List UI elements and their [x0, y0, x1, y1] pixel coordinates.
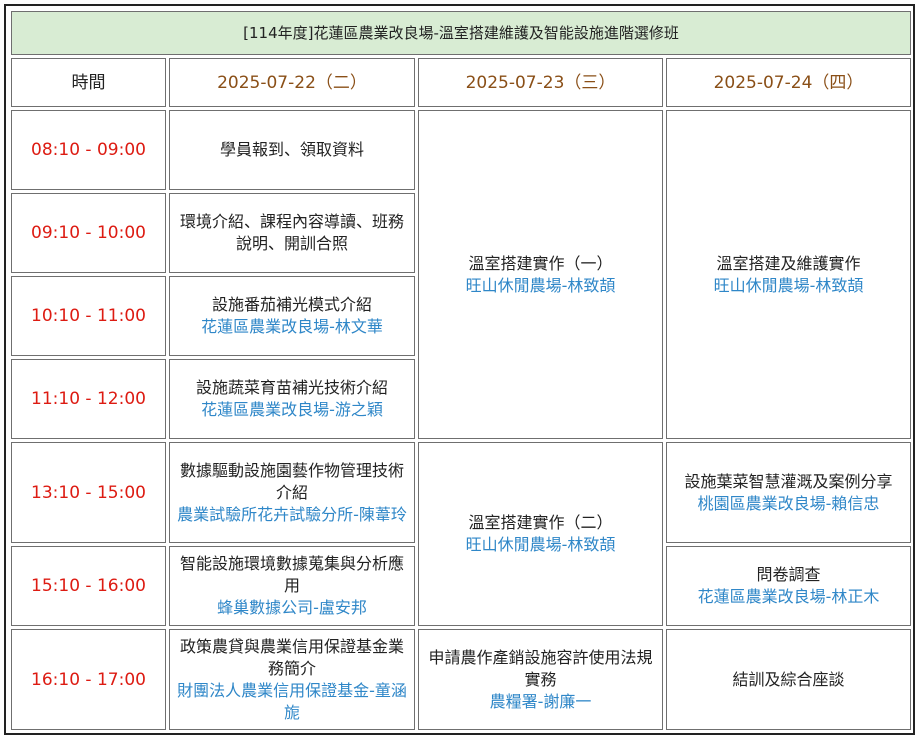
session-speaker: 花蓮區農業改良場-林文華	[201, 317, 383, 336]
session-topic: 設施蔬菜育苗補光技術介紹	[195, 378, 388, 397]
session-cell: 問卷調查 花蓮區農業改良場-林正木	[666, 546, 911, 626]
time-slot: 16:10 - 17:00	[11, 629, 166, 730]
session-topic: 問卷調查	[756, 565, 821, 584]
session-speaker: 蜂巢數據公司-盧安邦	[217, 598, 367, 617]
session-cell: 結訓及綜合座談	[666, 629, 911, 730]
schedule-frame: [114年度]花蓮區農業改良場-溫室搭建維護及智能設施進階選修班 時間 2025…	[4, 4, 915, 735]
session-topic: 結訓及綜合座談	[732, 669, 845, 689]
session-cell: 設施葉菜智慧灌溉及案例分享 桃園區農業改良場-賴信忠	[666, 442, 911, 543]
session-cell: 設施番茄補光模式介紹 花蓮區農業改良場-林文華	[169, 276, 415, 356]
session-speaker: 花蓮區農業改良場-游之穎	[201, 400, 383, 419]
session-topic: 溫室搭建實作（二）	[468, 513, 613, 532]
session-speaker: 農業試驗所花卉試驗分所-陳葦玲	[177, 504, 407, 524]
session-speaker: 桃園區農業改良場-賴信忠	[697, 493, 880, 513]
session-cell: 申請農作產銷設施容許使用法規實務 農糧署-謝廉一	[418, 629, 663, 730]
time-slot: 10:10 - 11:00	[11, 276, 166, 356]
session-speaker: 花蓮區農業改良場-林正木	[697, 587, 880, 606]
session-cell: 數據驅動設施園藝作物管理技術介紹 農業試驗所花卉試驗分所-陳葦玲	[169, 442, 415, 543]
session-cell: 溫室搭建實作（二） 旺山休閒農場-林致頡	[418, 442, 663, 626]
session-topic: 申請農作產銷設施容許使用法規實務	[428, 647, 653, 689]
session-cell: 設施蔬菜育苗補光技術介紹 花蓮區農業改良場-游之穎	[169, 359, 415, 439]
session-topic: 學員報到、領取資料	[219, 140, 364, 159]
session-speaker: 旺山休閒農場-林致頡	[465, 535, 616, 554]
session-speaker: 旺山休閒農場-林致頡	[465, 275, 616, 295]
time-slot: 13:10 - 15:00	[11, 442, 166, 543]
session-topic: 溫室搭建及維護實作	[716, 253, 861, 273]
session-cell: 智能設施環境數據蒐集與分析應用 蜂巢數據公司-盧安邦	[169, 546, 415, 626]
time-slot: 15:10 - 16:00	[11, 546, 166, 626]
session-topic: 設施葉菜智慧灌溉及案例分享	[684, 471, 893, 491]
header-day3: 2025-07-24（四）	[666, 58, 911, 107]
time-slot: 08:10 - 09:00	[11, 110, 166, 190]
session-topic: 環境介紹、課程內容導讀、班務說明、開訓合照	[179, 212, 404, 253]
session-cell: 溫室搭建實作（一） 旺山休閒農場-林致頡	[418, 110, 663, 439]
session-cell: 溫室搭建及維護實作 旺山休閒農場-林致頡	[666, 110, 911, 439]
session-cell: 政策農貸與農業信用保證基金業務簡介 財團法人農業信用保證基金-童涵旎	[169, 629, 415, 730]
session-topic: 智能設施環境數據蒐集與分析應用	[179, 554, 404, 595]
time-slot: 09:10 - 10:00	[11, 193, 166, 273]
session-topic: 溫室搭建實作（一）	[468, 253, 613, 273]
header-day2: 2025-07-23（三）	[418, 58, 663, 107]
session-speaker: 財團法人農業信用保證基金-童涵旎	[177, 680, 407, 722]
session-cell: 學員報到、領取資料	[169, 110, 415, 190]
session-topic: 數據驅動設施園藝作物管理技術介紹	[179, 460, 404, 502]
session-topic: 政策農貸與農業信用保證基金業務簡介	[179, 636, 404, 678]
schedule-table: [114年度]花蓮區農業改良場-溫室搭建維護及智能設施進階選修班 時間 2025…	[8, 8, 914, 733]
session-cell: 環境介紹、課程內容導讀、班務說明、開訓合照	[169, 193, 415, 273]
schedule-title: [114年度]花蓮區農業改良場-溫室搭建維護及智能設施進階選修班	[11, 11, 911, 55]
session-topic: 設施番茄補光模式介紹	[211, 295, 372, 314]
header-day1: 2025-07-22（二）	[169, 58, 415, 107]
session-speaker: 農糧署-謝廉一	[489, 691, 592, 711]
header-time: 時間	[11, 58, 166, 107]
session-speaker: 旺山休閒農場-林致頡	[713, 275, 864, 295]
time-slot: 11:10 - 12:00	[11, 359, 166, 439]
